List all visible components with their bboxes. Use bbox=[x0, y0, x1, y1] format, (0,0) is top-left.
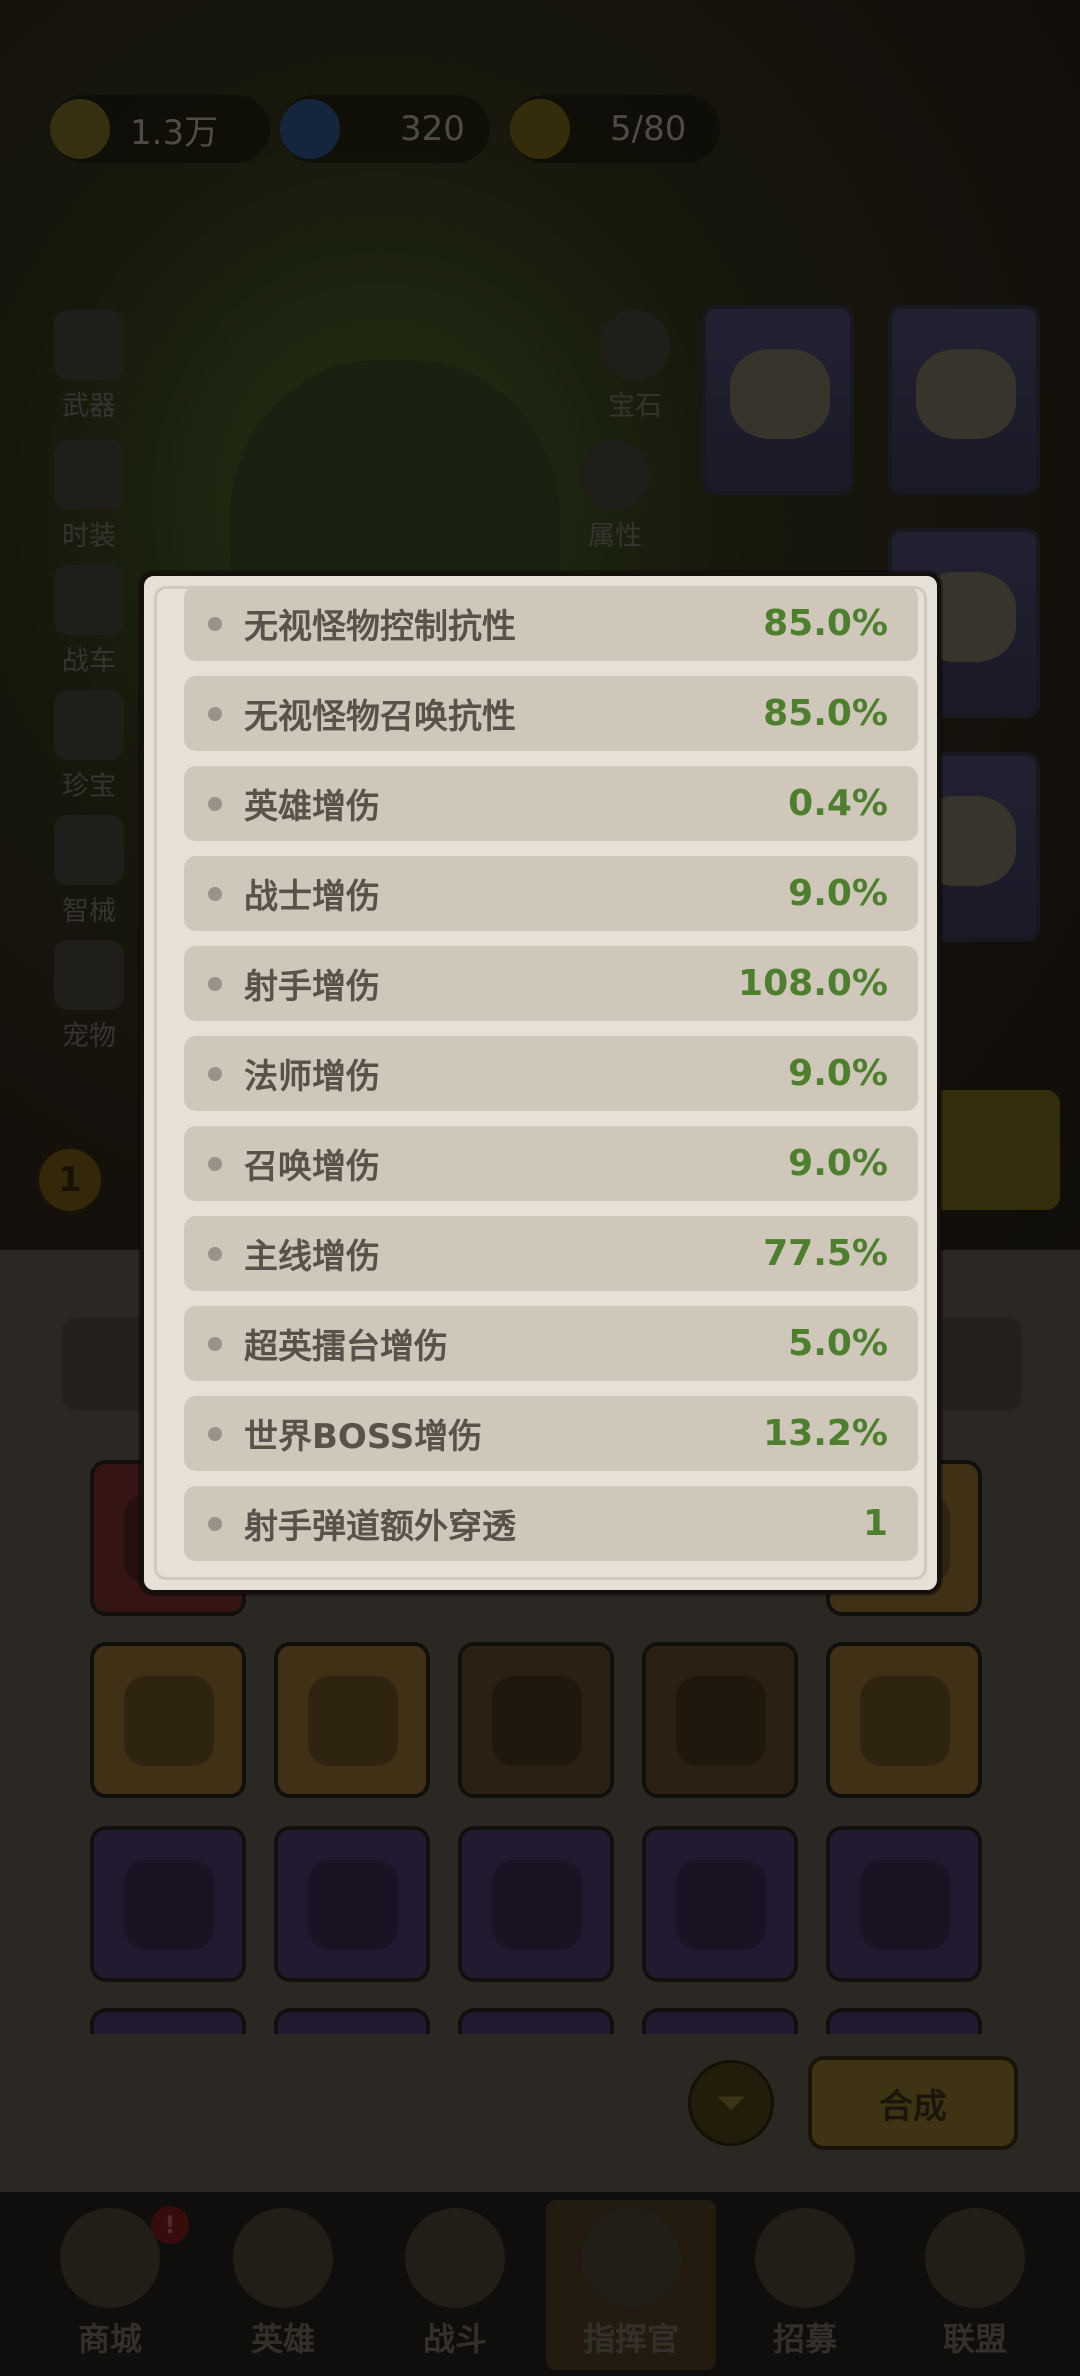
attribute-row: 英雄增伤 0.4% bbox=[184, 766, 918, 841]
attribute-row: 主线增伤 77.5% bbox=[184, 1216, 918, 1291]
attribute-value: 9.0% bbox=[788, 1143, 888, 1184]
attribute-name: 战士增伤 bbox=[244, 877, 380, 917]
attribute-name: 无视怪物控制抗性 bbox=[244, 607, 516, 647]
attribute-value: 77.5% bbox=[763, 1233, 888, 1274]
attribute-value: 13.2% bbox=[763, 1413, 888, 1454]
bullet-icon bbox=[208, 886, 222, 901]
attribute-row: 世界BOSS增伤 13.2% bbox=[184, 1396, 918, 1471]
bullet-icon bbox=[208, 616, 222, 631]
bullet-icon bbox=[208, 1426, 222, 1441]
attribute-list[interactable]: 无视怪物控制抗性 85.0% 无视怪物召唤抗性 85.0% 英雄增伤 0.4% … bbox=[157, 589, 924, 1577]
attribute-name: 法师增伤 bbox=[244, 1057, 380, 1097]
attribute-value: 85.0% bbox=[763, 603, 888, 644]
bullet-icon bbox=[208, 976, 222, 991]
bullet-icon bbox=[208, 706, 222, 721]
attribute-row: 法师增伤 9.0% bbox=[184, 1036, 918, 1111]
attribute-row: 战士增伤 9.0% bbox=[184, 856, 918, 931]
bullet-icon bbox=[208, 1156, 222, 1171]
attribute-value: 85.0% bbox=[763, 693, 888, 734]
attribute-row: 召唤增伤 9.0% bbox=[184, 1126, 918, 1201]
bullet-icon bbox=[208, 796, 222, 811]
attribute-detail-modal: 无视怪物控制抗性 85.0% 无视怪物召唤抗性 85.0% 英雄增伤 0.4% … bbox=[140, 572, 941, 1594]
attribute-name: 世界BOSS增伤 bbox=[244, 1417, 483, 1457]
attribute-name: 射手增伤 bbox=[244, 967, 380, 1007]
attribute-name: 主线增伤 bbox=[244, 1237, 380, 1277]
attribute-value: 0.4% bbox=[788, 783, 888, 824]
attribute-row: 射手弹道额外穿透 1 bbox=[184, 1486, 918, 1561]
attribute-value: 1 bbox=[862, 1503, 888, 1544]
bullet-icon bbox=[208, 1336, 222, 1351]
bullet-icon bbox=[208, 1246, 222, 1261]
attribute-row: 无视怪物召唤抗性 85.0% bbox=[184, 676, 918, 751]
attribute-name: 召唤增伤 bbox=[244, 1147, 380, 1187]
attribute-row: 射手增伤 108.0% bbox=[184, 946, 918, 1021]
bullet-icon bbox=[208, 1066, 222, 1081]
attribute-name: 无视怪物召唤抗性 bbox=[244, 697, 516, 737]
attribute-value: 108.0% bbox=[738, 963, 888, 1004]
attribute-value: 9.0% bbox=[788, 873, 888, 914]
attribute-name: 超英擂台增伤 bbox=[244, 1327, 448, 1367]
modal-inner-frame: 无视怪物控制抗性 85.0% 无视怪物召唤抗性 85.0% 英雄增伤 0.4% … bbox=[154, 586, 927, 1580]
attribute-row: 超英擂台增伤 5.0% bbox=[184, 1306, 918, 1381]
attribute-name: 英雄增伤 bbox=[244, 787, 380, 827]
attribute-name: 射手弹道额外穿透 bbox=[244, 1507, 516, 1547]
attribute-row: 无视怪物控制抗性 85.0% bbox=[184, 589, 918, 661]
bullet-icon bbox=[208, 1516, 222, 1531]
attribute-value: 5.0% bbox=[788, 1323, 888, 1364]
attribute-value: 9.0% bbox=[788, 1053, 888, 1094]
